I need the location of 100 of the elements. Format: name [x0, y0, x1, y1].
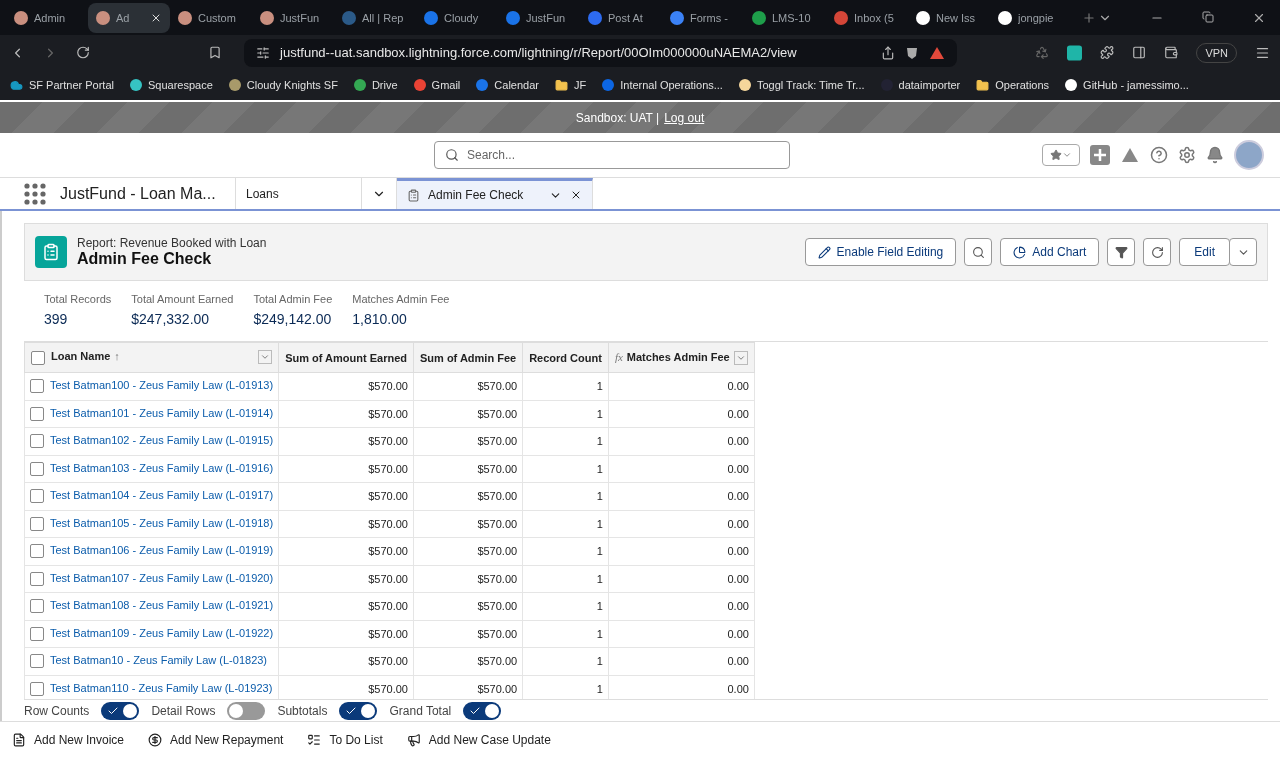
sidebar-icon[interactable] [1132, 45, 1147, 60]
row-checkbox[interactable] [30, 379, 44, 394]
more-button[interactable] [1229, 238, 1257, 266]
settings-icon[interactable] [1178, 146, 1196, 164]
bookmark-item[interactable]: Drive [353, 79, 398, 91]
bookmark-icon[interactable] [208, 45, 223, 60]
table-cell: $570.00 [278, 455, 414, 483]
browser-tab[interactable]: JustFun [498, 2, 580, 33]
bookmark-item[interactable]: Operations [976, 78, 1050, 92]
checklist-icon [307, 732, 322, 747]
row-checkbox[interactable] [30, 461, 44, 476]
add-chart-button[interactable]: Add Chart [1000, 238, 1100, 266]
row-checkbox[interactable] [30, 516, 44, 531]
sort-arrow: ↑ [114, 350, 120, 363]
table-cell: $570.00 [413, 427, 523, 455]
recycle-icon[interactable] [1035, 45, 1050, 60]
favorites-button[interactable] [1042, 144, 1080, 166]
triangle-icon[interactable] [929, 45, 946, 60]
bookmark-item[interactable]: Internal Operations... [602, 79, 723, 91]
browser-tab[interactable]: Ad [88, 2, 170, 33]
filter-button[interactable] [1107, 238, 1136, 266]
utility-item[interactable]: Add New Invoice [12, 732, 125, 747]
edit-button[interactable]: Edit [1179, 238, 1230, 266]
row-checkbox[interactable] [30, 544, 44, 559]
nav-tab[interactable]: Admin Fee Check [397, 178, 593, 209]
bookmark-item[interactable]: Gmail [413, 79, 461, 91]
toggle-switch[interactable] [463, 701, 502, 720]
column-header[interactable]: fx Matches Admin Fee [608, 342, 755, 373]
row-checkbox[interactable] [30, 626, 44, 641]
column-header[interactable]: Sum of Admin Fee [413, 342, 523, 373]
browser-tab[interactable]: Admin [6, 2, 88, 33]
row-checkbox[interactable] [30, 654, 44, 669]
favicon-icon [353, 79, 366, 91]
browser-tab[interactable]: All | Rep [334, 2, 416, 33]
utility-item[interactable]: Add New Case Update [406, 732, 551, 747]
bookmark-item[interactable]: Squarespace [130, 79, 213, 91]
row-checkbox[interactable] [30, 489, 44, 504]
browser-tab[interactable]: Forms - [662, 2, 744, 33]
share-icon[interactable] [881, 45, 896, 60]
favicon-icon [14, 10, 28, 25]
toggle-switch[interactable] [339, 701, 378, 720]
toggle-switch[interactable] [101, 701, 140, 720]
bookmark-item[interactable]: Calendar [476, 79, 539, 91]
table-cell: 0.00 [608, 565, 755, 593]
summary-label: Matches Admin Fee [352, 293, 450, 305]
favicon-icon [506, 10, 520, 25]
help-icon[interactable] [1150, 146, 1168, 164]
table-cell: 1 [522, 565, 609, 593]
browser-tab[interactable]: Cloudy [416, 2, 498, 33]
select-all-checkbox[interactable] [31, 350, 45, 365]
favicon-icon [413, 79, 426, 91]
row-checkbox[interactable] [30, 571, 44, 586]
browser-tab[interactable]: Inbox (5 [826, 2, 908, 33]
pencil-icon [817, 245, 831, 259]
notifications-icon[interactable] [1206, 146, 1224, 164]
column-header[interactable]: Record Count [522, 342, 609, 373]
browser-tab[interactable]: Custom [170, 2, 252, 33]
browser-tab[interactable]: jongpie [990, 2, 1072, 33]
app-launcher-icon[interactable] [24, 182, 46, 205]
column-header[interactable]: Sum of Amount Earned [278, 342, 414, 373]
bookmark-item[interactable]: SF Partner Portal [10, 78, 114, 92]
bookmark-item[interactable]: GitHub - jamessimo... [1065, 79, 1189, 91]
row-checkbox[interactable] [30, 406, 44, 421]
toggle-switch[interactable] [227, 701, 266, 720]
search-icon [445, 148, 459, 162]
utility-item[interactable]: To Do List [307, 732, 383, 747]
favicon-icon [342, 10, 356, 25]
close-icon[interactable] [570, 189, 582, 201]
bookmark-item[interactable]: Cloudy Knights SF [228, 79, 338, 91]
table-cell: 1 [522, 620, 609, 648]
sliders-icon[interactable] [256, 45, 271, 60]
star-icon [1050, 149, 1062, 161]
row-checkbox[interactable] [30, 681, 44, 696]
plus-icon[interactable] [1090, 145, 1110, 165]
bookmark-item[interactable]: JF [554, 78, 587, 92]
bookmark-item[interactable]: Toggl Track: Time Tr... [738, 79, 865, 91]
browser-tab[interactable]: LMS-10 [744, 2, 826, 33]
browser-tab[interactable]: Post At [580, 2, 662, 33]
puzzle-icon[interactable] [1100, 45, 1115, 60]
folder-icon [554, 78, 568, 92]
enable-field-editing-button[interactable]: Enable Field Editing [804, 238, 957, 266]
browser-tab[interactable]: New Iss [908, 2, 990, 33]
column-header[interactable]: Loan Name ↑ [24, 342, 279, 373]
search-field[interactable]: Search... [434, 141, 790, 169]
row-checkbox[interactable] [30, 434, 44, 449]
search-button[interactable] [964, 238, 993, 266]
clipboard-icon [42, 243, 60, 261]
toggle-label: Row Counts [24, 703, 90, 718]
address-bar[interactable]: justfund--uat.sandbox.lightning.force.com/lightning/r/Report/00OIm000000uNAEMA2/view [244, 38, 958, 67]
restore-icon[interactable] [1202, 10, 1214, 23]
avatar[interactable] [1234, 140, 1264, 170]
refresh-button[interactable] [1143, 238, 1172, 266]
wallet-icon[interactable] [1164, 45, 1179, 60]
row-checkbox[interactable] [30, 599, 44, 614]
utility-item[interactable]: Add New Repayment [148, 732, 284, 747]
browser-tab[interactable]: JustFun [252, 2, 334, 33]
table-cell: $570.00 [278, 372, 414, 400]
bookmark-item[interactable]: dataimporter [880, 79, 961, 91]
reload-icon[interactable] [75, 45, 90, 60]
logout-link[interactable]: Log out [664, 110, 705, 125]
